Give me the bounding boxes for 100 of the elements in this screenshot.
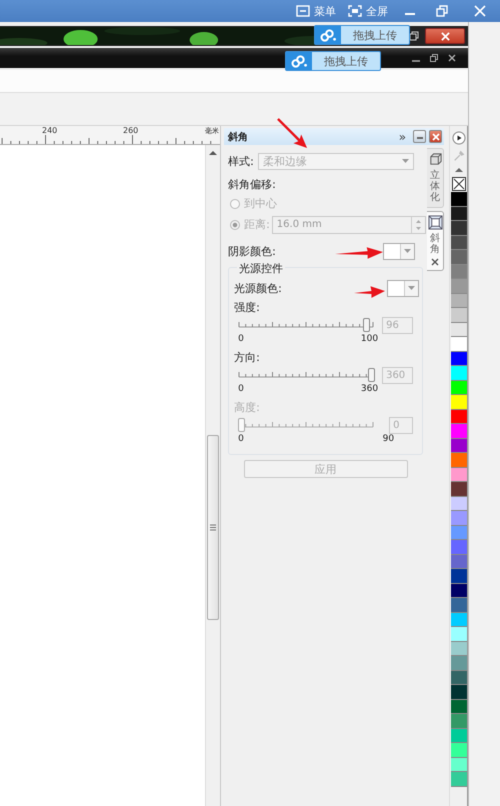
color-swatch[interactable] [450,656,467,670]
restore-icon[interactable] [409,31,419,41]
color-swatch[interactable] [450,670,467,685]
color-swatch[interactable] [450,294,467,308]
color-swatch[interactable] [450,264,467,279]
color-swatch[interactable] [450,540,467,554]
close-icon [432,132,440,140]
color-swatch[interactable] [450,308,467,322]
color-swatch[interactable] [450,584,467,598]
color-swatch[interactable] [450,395,467,410]
scrollbar-thumb[interactable] [207,435,220,620]
color-swatch[interactable] [450,366,467,380]
color-swatch[interactable] [450,700,467,714]
color-swatch[interactable] [450,410,467,424]
color-swatch[interactable] [450,192,467,206]
play-icon[interactable] [452,131,466,145]
color-swatch[interactable] [450,526,467,540]
color-swatch[interactable] [450,337,467,352]
scrollbar[interactable] [205,145,220,806]
up-arrow-icon[interactable] [209,150,218,155]
radio-label[interactable]: 到中心 [244,196,278,211]
color-swatch[interactable] [450,612,467,627]
range-max: 360 [360,384,378,396]
docker-tab[interactable]: 立体化 [427,148,444,208]
color-swatch[interactable] [450,279,467,294]
field-label: 样式: [228,154,254,168]
slider-thumb[interactable] [362,318,370,332]
range-min: 0 [238,334,244,346]
docker-title: 斜角 [228,130,250,144]
color-swatch[interactable] [450,380,467,395]
apply-button[interactable]: 应用 [244,460,408,478]
no-color-swatch[interactable] [452,177,466,191]
group-title: 光源控件 [237,261,286,276]
menu-button[interactable]: 菜单 [292,1,340,21]
link-icon [290,54,308,68]
distance-field[interactable]: 16.0 mm [272,216,426,234]
color-swatch[interactable] [450,758,467,772]
color-picker-button[interactable] [383,242,416,260]
color-swatch[interactable] [450,772,467,786]
link-icon [320,28,336,42]
color-swatch[interactable] [450,322,467,337]
color-swatch[interactable] [450,569,467,584]
fullscreen-icon [348,5,362,17]
color-swatch[interactable] [450,685,467,700]
slider[interactable] [238,368,374,382]
dropdown-arrow-icon [408,286,416,290]
color-swatch[interactable] [450,438,467,453]
radio-button[interactable] [230,220,240,230]
radio-button[interactable] [230,198,240,208]
color-swatch[interactable] [450,511,467,526]
color-swatch[interactable] [450,352,467,366]
color-swatch[interactable] [450,554,467,569]
color-swatch[interactable] [450,743,467,758]
color-swatch[interactable] [450,221,467,236]
eyedropper-icon[interactable] [452,150,465,162]
close-icon[interactable] [448,54,456,62]
fullscreen-button[interactable]: 全屏 [344,1,392,21]
expand-button[interactable]: » [398,130,406,144]
radio-label[interactable]: 距离: [244,217,270,232]
annotation-arrow [354,286,385,298]
range-min: 0 [238,384,244,396]
color-swatch[interactable] [450,424,467,438]
restore-icon[interactable] [430,54,438,62]
field-label: 阴影颜色: [228,244,276,258]
close-icon[interactable] [431,258,440,266]
color-swatch[interactable] [450,714,467,728]
dropdown-arrow-icon [402,159,409,163]
tab-label: 斜角 [430,233,440,255]
range-max: 90 [382,434,394,446]
color-swatch[interactable] [450,496,467,511]
color-swatch[interactable] [450,206,467,221]
upload-button[interactable]: 拖拽上传 [285,51,381,71]
color-swatch[interactable] [450,482,467,496]
tab-label: 立体化 [430,170,440,203]
close-icon [440,32,450,40]
docker-tab[interactable]: 斜角 [427,211,444,271]
up-arrow-icon[interactable] [454,167,463,172]
color-swatch[interactable] [450,728,467,743]
color-swatch[interactable] [450,598,467,612]
upload-button[interactable]: 拖拽上传 [314,25,410,45]
color-swatch[interactable] [450,627,467,642]
slider[interactable] [238,318,374,332]
annotation-arrow [276,117,309,150]
value-field[interactable]: 360 [382,366,414,384]
ruler-number: 260 [123,126,138,135]
cube-icon [428,152,443,167]
color-swatch[interactable] [450,250,467,264]
color-swatch[interactable] [450,453,467,468]
value-field[interactable]: 96 [382,316,414,334]
close-button[interactable] [425,28,465,44]
color-picker-button[interactable] [387,280,420,296]
annotation-arrow [335,247,383,259]
slider-thumb[interactable] [368,368,376,382]
color-swatch[interactable] [450,468,467,482]
slider-label: 方向: [234,350,261,366]
ruler-number: 240 [42,126,58,135]
color-swatch[interactable] [450,236,467,250]
color-swatch[interactable] [450,642,467,656]
minimize-button[interactable] [413,130,426,143]
close-button[interactable] [429,130,442,143]
